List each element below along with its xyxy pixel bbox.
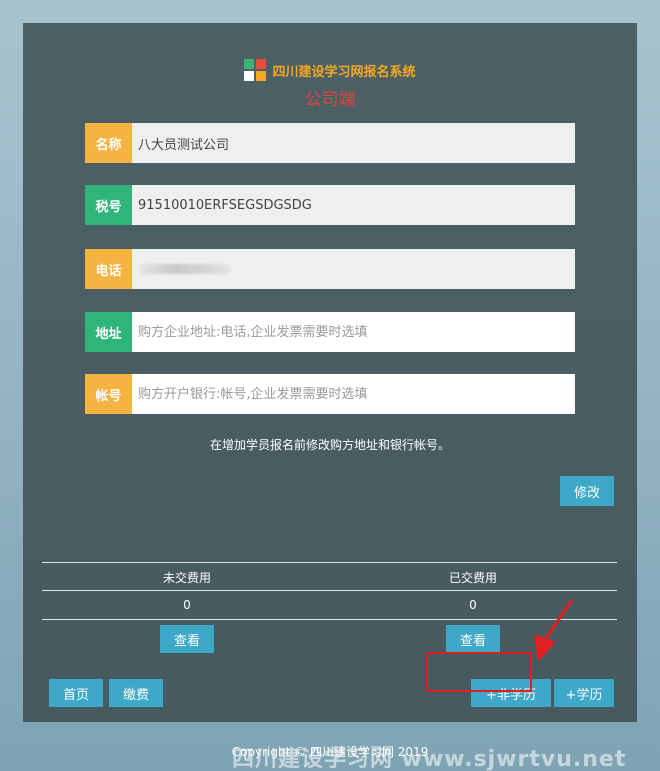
annotation-arrow-icon [534,599,574,662]
table-divider-mid [42,590,617,591]
header: 四川建设学习网报名系统 [23,59,637,81]
address-input[interactable] [132,312,575,352]
system-title: 四川建设学习网报名系统 [272,64,416,80]
name-input[interactable] [132,123,575,163]
add-degree-button[interactable]: +学历 [554,679,614,707]
paid-header: 已交费用 [448,571,497,585]
page-subtitle: 公司端 [304,90,356,110]
view-unpaid-button[interactable]: 查看 [160,625,214,653]
modify-button[interactable]: 修改 [560,476,614,506]
tax-label: 税号 [85,185,132,225]
account-label: 帐号 [85,374,132,414]
logo-icon [244,59,267,81]
phone-field: 电话 [85,249,575,289]
address-field: 地址 [85,312,575,352]
unpaid-value: 0 [183,598,191,612]
home-button[interactable]: 首页 [49,679,103,707]
view-paid-button[interactable]: 查看 [446,625,500,653]
watermark-text: 四川建设学习网 www.sjwrtvu.net [232,747,627,771]
pay-button[interactable]: 缴费 [109,679,163,707]
name-label: 名称 [85,123,132,163]
redacted-phone [139,264,231,274]
notice-text: 在增加学员报名前修改购方地址和银行帐号。 [209,438,450,452]
account-input[interactable] [132,374,575,414]
unpaid-header: 未交费用 [162,571,211,585]
account-field: 帐号 [85,374,575,414]
tax-field: 税号 [85,185,575,225]
tax-input[interactable] [132,185,575,225]
address-label: 地址 [85,312,132,352]
phone-label: 电话 [85,249,132,289]
name-field: 名称 [85,123,575,163]
table-divider-top [42,562,617,563]
